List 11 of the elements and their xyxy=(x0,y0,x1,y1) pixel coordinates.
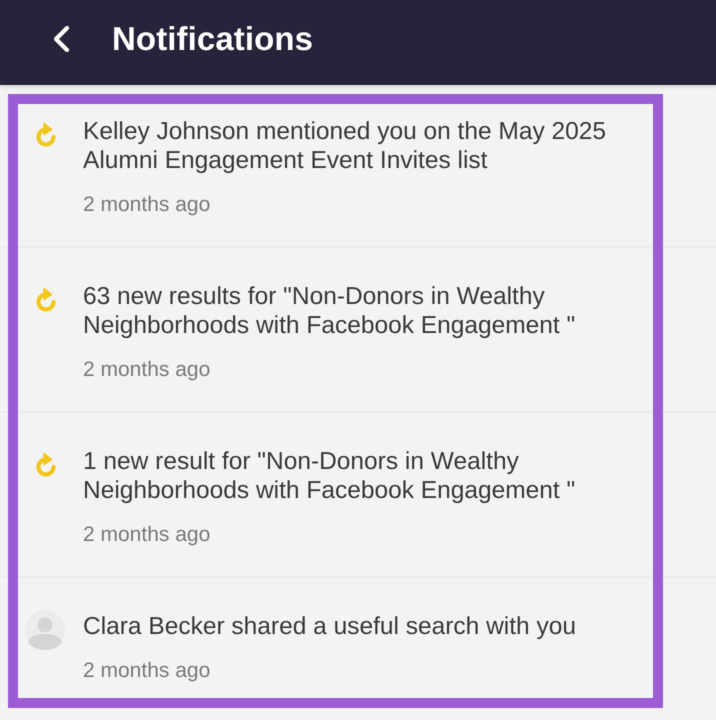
notification-time: 2 months ago xyxy=(83,357,210,383)
notification-text: 1 new result for "Non-Donors in Wealthy Neighborhoods with Facebook Engagement " xyxy=(83,447,576,505)
notification-text: Clara Becker shared a useful search with you xyxy=(83,612,576,641)
person-icon xyxy=(25,610,65,650)
notification-text: 63 new results for "Non-Donors in Wealthy Neighborhoods with Facebook Engagement " xyxy=(83,282,576,340)
notification-time: 2 months ago xyxy=(83,522,210,548)
page-title: Notifications xyxy=(112,20,314,58)
notification-text: Kelley Johnson mentioned you on the May 2025 Alumni Engagement Event Invites list xyxy=(83,117,608,175)
back-icon xyxy=(52,26,70,52)
notification-time: 2 months ago xyxy=(83,658,210,684)
notification-time: 2 months ago xyxy=(83,192,210,218)
